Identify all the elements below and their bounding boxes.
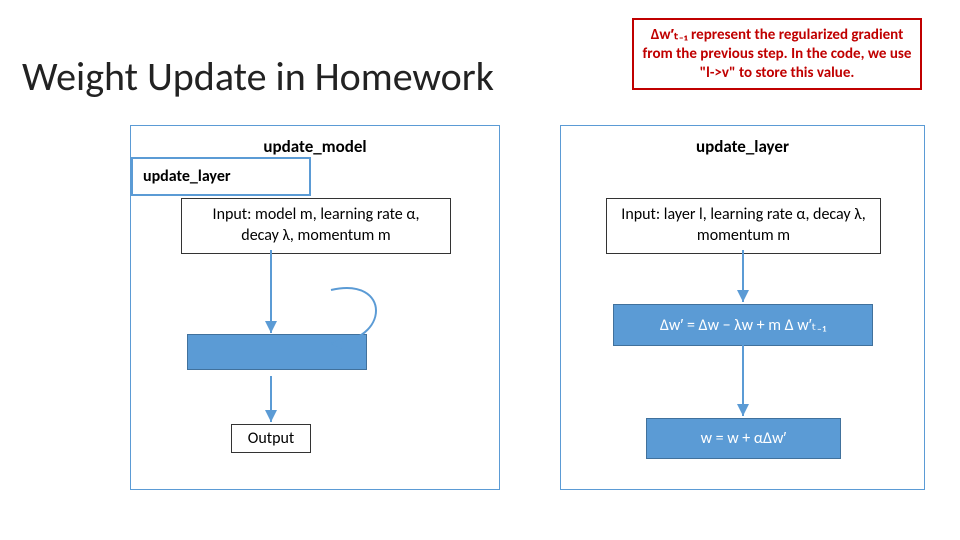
panel-update-model: update_model Input: model m, learning ra… (130, 125, 500, 490)
arrow-input-to-layer (131, 126, 501, 491)
annotation-box: Δw′ₜ₋₁ represent the regularized gradien… (632, 18, 922, 90)
panel-update-layer: update_layer Input: layer l, learning ra… (560, 125, 925, 490)
page-title: Weight Update in Homework (22, 52, 494, 101)
arrows-right-panel (561, 126, 926, 491)
